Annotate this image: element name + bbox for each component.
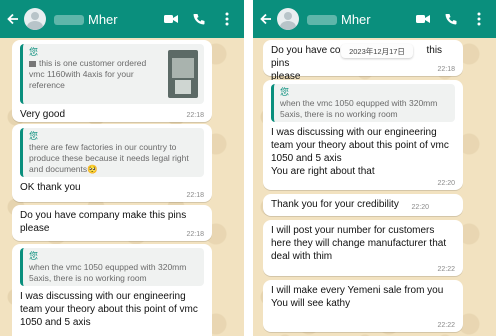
- message-text: Very good: [20, 109, 66, 120]
- quote-text: when the vmc 1050 equpped with 320mm 5ax…: [29, 262, 187, 283]
- chat-screen-right: Mher Do you have co this pins please 22:18…: [253, 0, 496, 336]
- more-options-icon[interactable]: [216, 8, 238, 30]
- quote-text: when the vmc 1050 equpped with 320mm 5ax…: [280, 98, 438, 119]
- message-time: 22:20: [411, 204, 429, 211]
- quote-author: 您: [280, 87, 290, 97]
- avatar[interactable]: [24, 8, 46, 30]
- message-text: OK thank you: [20, 182, 81, 193]
- message-text: I will post your number for customers he…: [271, 225, 447, 262]
- contact-name-area[interactable]: Mher: [307, 12, 406, 27]
- chat-screen-left: Mher 您 this is one customer ordered vmc …: [0, 0, 244, 336]
- message-bubble[interactable]: I will make every Yemeni sale from you Y…: [263, 280, 463, 332]
- avatar[interactable]: [277, 8, 299, 30]
- more-options-icon[interactable]: [468, 8, 490, 30]
- date-chip: 2023年12月17日: [341, 44, 413, 58]
- quote-author: 您: [29, 131, 39, 141]
- message-bubble[interactable]: 您 there are few factories in our country…: [12, 124, 212, 202]
- redacted-name-blur: [54, 15, 84, 26]
- machine-thumbnail[interactable]: [168, 50, 198, 98]
- phone-call-icon[interactable]: [188, 8, 210, 30]
- message-bubble[interactable]: Thank you for your credibility 22:20: [263, 194, 463, 216]
- back-arrow-icon[interactable]: [6, 9, 20, 29]
- message-time: 22:18: [186, 112, 204, 119]
- quote-text: there are few factories in our country t…: [29, 142, 189, 174]
- contact-name: Mher: [341, 11, 371, 27]
- message-text-part: Do you have co: [271, 45, 341, 56]
- message-bubble[interactable]: 您 this is one customer ordered vmc 1160w…: [12, 40, 212, 122]
- message-text: Do you have company make this pins pleas…: [20, 210, 187, 234]
- message-text: I will make every Yemeni sale from you Y…: [271, 285, 444, 309]
- quote-text-wrap: this is one customer ordered vmc 1160wit…: [29, 58, 162, 91]
- back-arrow-icon[interactable]: [259, 9, 273, 29]
- phone-call-icon[interactable]: [440, 8, 462, 30]
- contact-name: Mher: [88, 11, 118, 27]
- message-time: 22:18: [186, 231, 204, 238]
- image-icon: [29, 60, 36, 67]
- quoted-message[interactable]: 您 this is one customer ordered vmc 1160w…: [20, 44, 204, 104]
- message-time: 22:18: [437, 66, 455, 73]
- message-time: 22:20: [437, 180, 455, 187]
- video-call-icon[interactable]: [160, 8, 182, 30]
- message-bubble[interactable]: Do you have company make this pins pleas…: [12, 205, 212, 241]
- message-time: 22:18: [186, 192, 204, 199]
- message-bubble[interactable]: 您 when the vmc 1050 equpped with 320mm 5…: [12, 244, 212, 336]
- quote-author: 您: [29, 251, 39, 261]
- redacted-name-blur: [307, 15, 337, 26]
- chat-header: Mher: [0, 0, 244, 38]
- message-time: 22:22: [437, 266, 455, 273]
- quote-author: 您: [29, 47, 39, 57]
- message-bubble[interactable]: 您 when the vmc 1050 equpped with 320mm 5…: [263, 80, 463, 190]
- quoted-message[interactable]: 您 when the vmc 1050 equpped with 320mm 5…: [20, 248, 204, 286]
- chat-header: Mher: [253, 0, 496, 38]
- quoted-message[interactable]: 您 there are few factories in our country…: [20, 128, 204, 177]
- message-bubble[interactable]: I will post your number for customers he…: [263, 220, 463, 276]
- message-text: I was discussing with our engineering te…: [20, 291, 198, 328]
- video-call-icon[interactable]: [412, 8, 434, 30]
- message-text: I was discussing with our engineering te…: [271, 127, 449, 177]
- quoted-message[interactable]: 您 when the vmc 1050 equpped with 320mm 5…: [271, 84, 455, 122]
- message-time: 22:22: [437, 322, 455, 329]
- contact-name-area[interactable]: Mher: [54, 12, 154, 27]
- quote-text: this is one customer ordered vmc 1160wit…: [29, 58, 147, 90]
